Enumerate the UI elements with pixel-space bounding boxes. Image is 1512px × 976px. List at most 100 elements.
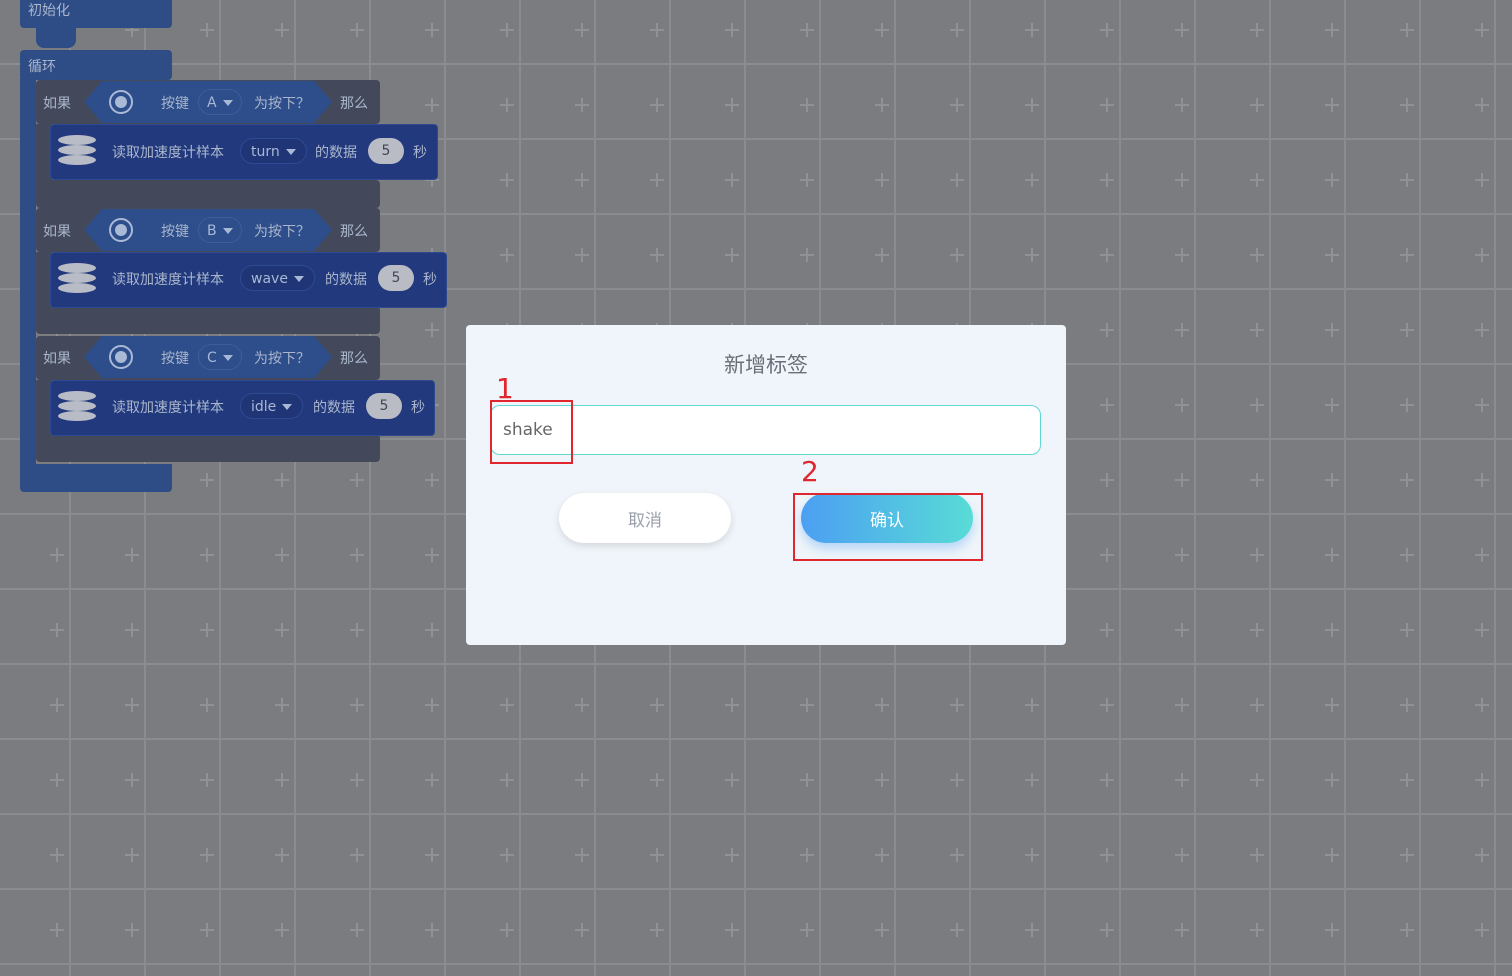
sample-dropdown[interactable]: turn	[240, 138, 307, 164]
grid-cross	[1400, 848, 1414, 862]
grid-cross	[50, 698, 64, 712]
loop-block[interactable]: 循环	[20, 50, 172, 80]
grid-cross	[1100, 398, 1114, 412]
grid-cross	[350, 548, 364, 562]
grid-cross	[350, 23, 364, 37]
grid-cross	[950, 698, 964, 712]
grid-cross	[1325, 623, 1339, 637]
grid-cross	[1475, 398, 1489, 412]
grid-cross	[275, 848, 289, 862]
grid-cross	[575, 173, 589, 187]
grid-cross	[50, 923, 64, 937]
grid-cross	[500, 848, 514, 862]
grid-cross	[800, 773, 814, 787]
grid-cross	[1250, 473, 1264, 487]
grid-cross	[875, 23, 889, 37]
if-label: 如果	[43, 351, 71, 367]
database-icon	[58, 261, 96, 299]
init-block[interactable]: 初始化	[20, 0, 172, 28]
grid-cross	[1250, 923, 1264, 937]
then-label: 那么	[340, 96, 368, 112]
key-dropdown[interactable]: B	[198, 217, 242, 243]
grid-cross	[1400, 473, 1414, 487]
cancel-button[interactable]: 取消	[559, 493, 731, 543]
grid-cross	[350, 473, 364, 487]
grid-cross	[1175, 548, 1189, 562]
grid-cross	[875, 248, 889, 262]
grid-cross	[125, 923, 139, 937]
grid-cross	[1100, 848, 1114, 862]
grid-cross	[1325, 398, 1339, 412]
grid-cross	[125, 548, 139, 562]
grid-cross	[875, 698, 889, 712]
grid-cross	[650, 248, 664, 262]
grid-cross	[650, 698, 664, 712]
grid-cross	[1475, 548, 1489, 562]
sample-dropdown[interactable]: idle	[240, 393, 304, 419]
annotation-box-1	[490, 400, 573, 464]
grid-cross	[200, 773, 214, 787]
key-dropdown[interactable]: C	[198, 344, 242, 370]
read-label: 读取加速度计样本	[112, 400, 224, 416]
grid-cross	[1175, 23, 1189, 37]
grid-cross	[800, 848, 814, 862]
grid-cross	[1250, 698, 1264, 712]
grid-cross	[950, 98, 964, 112]
grid-cross	[725, 23, 739, 37]
grid-cross	[200, 848, 214, 862]
database-icon	[58, 389, 96, 427]
grid-cross	[1025, 848, 1039, 862]
grid-cross	[425, 323, 439, 337]
grid-cross	[275, 698, 289, 712]
grid-cross	[1250, 398, 1264, 412]
grid-cross	[425, 923, 439, 937]
grid-cross	[1175, 98, 1189, 112]
seconds-input[interactable]: 5	[368, 138, 404, 164]
seconds-input[interactable]: 5	[378, 265, 414, 291]
grid-cross	[725, 848, 739, 862]
grid-cross	[800, 248, 814, 262]
grid-cross	[1475, 698, 1489, 712]
grid-cross	[800, 98, 814, 112]
grid-cross	[125, 698, 139, 712]
grid-cross	[725, 248, 739, 262]
grid-cross	[1475, 23, 1489, 37]
grid-cross	[500, 23, 514, 37]
grid-cross	[800, 173, 814, 187]
grid-cross	[1400, 548, 1414, 562]
seconds-input[interactable]: 5	[366, 393, 402, 419]
data-label: 的数据	[313, 400, 355, 416]
grid-cross	[500, 773, 514, 787]
grid-cross	[50, 623, 64, 637]
grid-cross	[350, 848, 364, 862]
grid-cross	[575, 698, 589, 712]
grid-cross	[500, 698, 514, 712]
grid-cross	[50, 548, 64, 562]
grid-cross	[1250, 23, 1264, 37]
grid-cross	[1025, 248, 1039, 262]
grid-cross	[575, 98, 589, 112]
grid-cross	[1175, 848, 1189, 862]
dialog-title: 新增标签	[724, 353, 808, 377]
grid-cross	[1175, 173, 1189, 187]
key-dropdown[interactable]: A	[198, 89, 242, 115]
grid-cross	[1325, 173, 1339, 187]
grid-cross	[1325, 698, 1339, 712]
grid-cross	[1250, 173, 1264, 187]
grid-cross	[1100, 773, 1114, 787]
grid-cross	[275, 548, 289, 562]
seconds-unit: 秒	[423, 272, 437, 288]
then-label: 那么	[340, 351, 368, 367]
sample-dropdown[interactable]: wave	[240, 265, 315, 291]
grid-cross	[350, 773, 364, 787]
key-label: 按键	[161, 351, 189, 367]
grid-cross	[1325, 548, 1339, 562]
grid-cross	[1400, 623, 1414, 637]
grid-cross	[1100, 23, 1114, 37]
grid-cross	[875, 923, 889, 937]
grid-cross	[125, 623, 139, 637]
grid-cross	[950, 23, 964, 37]
grid-cross	[950, 773, 964, 787]
grid-cross	[1400, 98, 1414, 112]
grid-cross	[875, 98, 889, 112]
